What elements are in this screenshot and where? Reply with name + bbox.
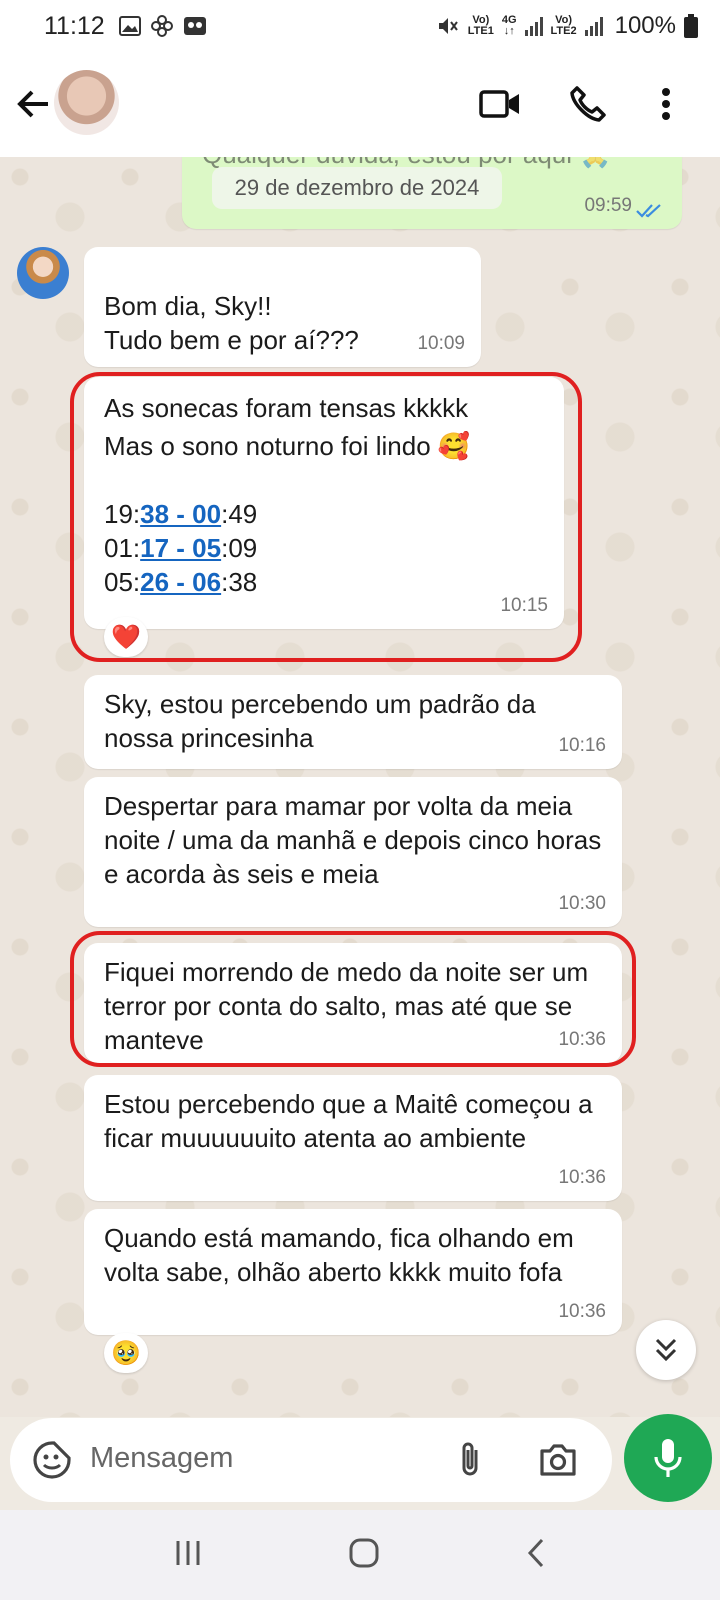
message-line: Bom dia, Sky!! xyxy=(104,291,272,321)
chat-header xyxy=(0,52,720,157)
signal-2-icon xyxy=(584,16,603,36)
status-bar: 11:12 Vo) LTE1 4G ↓↑ Vo) LTE2 100% xyxy=(0,0,720,52)
video-call-icon[interactable] xyxy=(478,82,522,126)
reaction-heart[interactable]: ❤️ xyxy=(104,617,148,657)
status-right-icons: Vo) LTE1 4G ↓↑ Vo) LTE2 100% xyxy=(436,12,698,40)
message-time: 10:36 xyxy=(558,1167,606,1188)
message-text: Fiquei morrendo de medo da noite ser um … xyxy=(104,957,589,1055)
incoming-message[interactable]: Quando está mamando, fica olhando em vol… xyxy=(84,1209,622,1335)
more-options-icon[interactable] xyxy=(644,82,688,126)
incoming-message[interactable]: Fiquei morrendo de medo da noite ser um … xyxy=(84,943,622,1063)
network-tech-label: 4G ↓↑ xyxy=(501,14,517,37)
incoming-message[interactable]: As sonecas foram tensas kkkkk Mas o sono… xyxy=(84,377,564,629)
time-link[interactable]: 26 - 06 xyxy=(140,567,221,597)
time-link[interactable]: 38 - 00 xyxy=(140,499,221,529)
message-text: Despertar para mamar por volta da meia n… xyxy=(104,791,602,889)
contact-avatar[interactable] xyxy=(54,70,119,135)
mic-icon xyxy=(654,1439,682,1477)
battery-icon xyxy=(684,14,698,38)
battery-percent: 100% xyxy=(614,12,676,39)
message-time: 10:36 xyxy=(558,1301,606,1322)
message-text: Sky, estou percebendo um padrão da nossa… xyxy=(104,689,536,753)
pinwheel-icon xyxy=(150,15,173,37)
incoming-message[interactable]: Despertar para mamar por volta da meia n… xyxy=(84,777,622,927)
system-nav-bar xyxy=(0,1510,720,1600)
message-time: 10:15 xyxy=(500,595,548,616)
message-time: 09:59 xyxy=(584,195,632,216)
back-arrow-icon[interactable] xyxy=(14,84,54,124)
message-text: Estou percebendo que a Maitê começou a f… xyxy=(104,1089,593,1153)
incoming-message[interactable]: Estou percebendo que a Maitê começou a f… xyxy=(84,1075,622,1201)
status-time: 11:12 xyxy=(44,11,105,40)
signal-1-icon xyxy=(524,16,543,36)
incoming-message[interactable]: Sky, estou percebendo um padrão da nossa… xyxy=(84,675,622,769)
network-2-label: Vo) LTE2 xyxy=(550,14,577,37)
system-back-icon[interactable] xyxy=(525,1537,547,1574)
mute-icon xyxy=(438,18,458,34)
time-link[interactable]: 17 - 05 xyxy=(140,533,221,563)
chevron-down-double-icon[interactable] xyxy=(636,1320,696,1380)
sleep-time-row: 05:26 - 06:38 xyxy=(104,567,258,597)
attach-icon[interactable] xyxy=(456,1440,486,1485)
gallery-icon xyxy=(118,16,141,36)
camera-icon[interactable] xyxy=(538,1442,578,1483)
message-time: 10:16 xyxy=(558,735,606,756)
sender-avatar[interactable] xyxy=(17,247,69,299)
message-time: 10:30 xyxy=(558,893,606,914)
message-text: Quando está mamando, fica olhando em vol… xyxy=(104,1223,574,1287)
mic-button[interactable] xyxy=(624,1414,712,1502)
message-time: 10:36 xyxy=(558,1029,606,1050)
date-chip: 29 de dezembro de 2024 xyxy=(212,167,502,209)
read-receipt-icon xyxy=(636,204,661,218)
home-icon[interactable] xyxy=(348,1537,380,1574)
sleep-time-row: 01:17 - 05:09 xyxy=(104,533,258,563)
status-notification-icons xyxy=(118,15,207,37)
chat-area[interactable]: Qualquer dúvida, estou por aqui 🙏 09:59 … xyxy=(0,157,720,1417)
phone-call-icon[interactable] xyxy=(566,82,610,126)
incoming-message[interactable]: Bom dia, Sky!! Tudo bem e por aí??? 10:0… xyxy=(84,247,481,367)
message-line: Tudo bem e por aí??? xyxy=(104,325,359,355)
message-time: 10:09 xyxy=(417,333,465,354)
reaction-pleading-face[interactable]: 🥹 xyxy=(104,1333,148,1373)
network-1-label: Vo) LTE1 xyxy=(467,14,494,37)
sticker-icon[interactable] xyxy=(32,1440,72,1485)
recent-apps-icon[interactable] xyxy=(173,1538,203,1573)
voicemail-icon xyxy=(183,17,206,35)
message-line: Mas o sono noturno foi lindo 🥰 xyxy=(104,431,471,461)
message-composer: Mensagem xyxy=(10,1418,612,1502)
sleep-time-row: 19:38 - 00:49 xyxy=(104,499,258,529)
message-line: As sonecas foram tensas kkkkk xyxy=(104,393,469,423)
message-input[interactable]: Mensagem xyxy=(90,1442,233,1475)
